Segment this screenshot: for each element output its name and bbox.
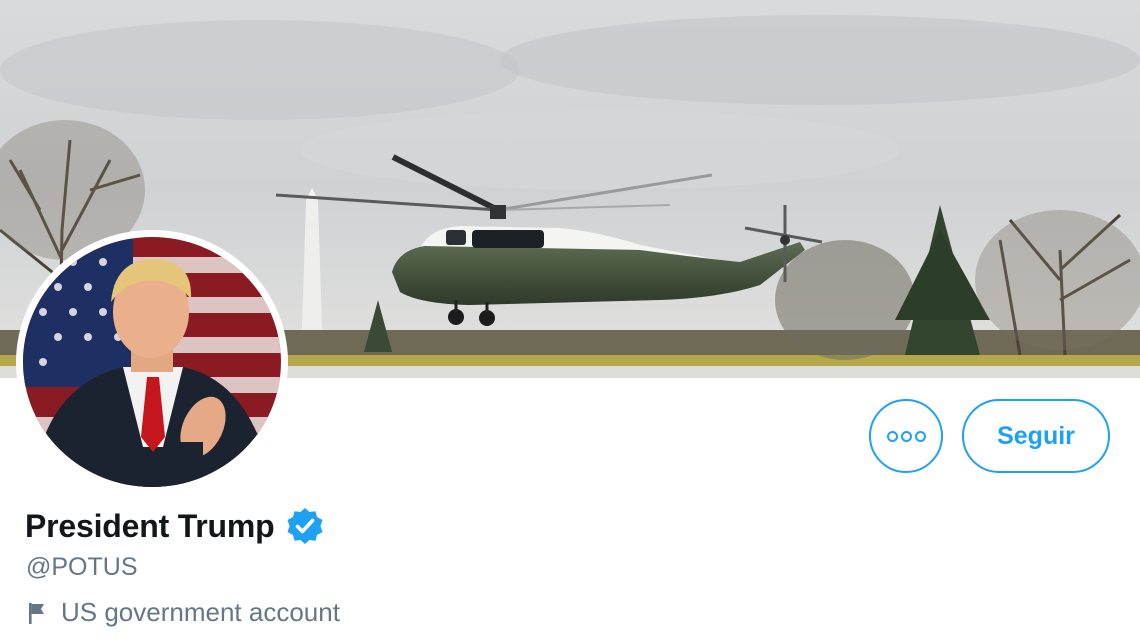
profile-avatar[interactable] [16,230,288,494]
flag-icon [27,601,47,625]
avatar-photo [23,237,281,487]
more-horizontal-icon [886,430,926,442]
profile-name-row: President Trump [25,506,325,546]
follow-button[interactable]: Seguir [962,399,1110,473]
account-label-text: US government account [61,597,340,627]
account-label: US government account [27,597,340,628]
verified-badge-icon [285,506,325,546]
display-name: President Trump [25,507,275,544]
profile-handle: @POTUS [26,553,138,581]
more-options-button[interactable] [869,399,943,473]
